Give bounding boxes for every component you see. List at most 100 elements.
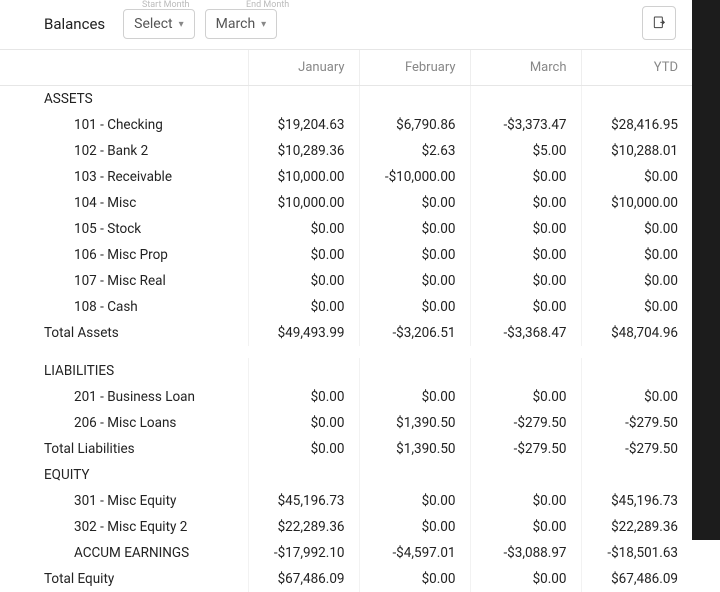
- cell-value: $0.00: [470, 164, 581, 190]
- cell-value: $0.00: [581, 164, 692, 190]
- cell-value: $0.00: [470, 242, 581, 268]
- row-label: 101 - Checking: [0, 112, 248, 138]
- cell-value: $0.00: [581, 216, 692, 242]
- end-month-value: March: [216, 16, 256, 32]
- table-row: 108 - Cash$0.00$0.00$0.00$0.00: [0, 294, 692, 320]
- export-button[interactable]: [642, 6, 676, 40]
- cell-value: $6,790.86: [359, 112, 470, 138]
- cell-value: $0.00: [359, 514, 470, 540]
- cell-value: $0.00: [359, 190, 470, 216]
- row-label: 106 - Misc Prop: [0, 242, 248, 268]
- cell-value: $0.00: [470, 488, 581, 514]
- cell-value: $0.00: [581, 268, 692, 294]
- cell-value: $0.00: [470, 294, 581, 320]
- cell-value: $67,486.09: [581, 566, 692, 592]
- cell-value: $0.00: [581, 384, 692, 410]
- section-total: Total Equity$67,486.09$0.00$0.00$67,486.…: [0, 566, 692, 592]
- cell-value: $1,390.50: [359, 410, 470, 436]
- cell-value: $0.00: [248, 436, 359, 462]
- section-header: ASSETS: [0, 86, 692, 113]
- row-label: 301 - Misc Equity: [0, 488, 248, 514]
- col-header: YTD: [581, 50, 692, 86]
- total-label: Total Assets: [0, 320, 248, 346]
- section-name: EQUITY: [0, 462, 248, 488]
- cell-value: $0.00: [470, 190, 581, 216]
- cell-value: $10,000.00: [248, 190, 359, 216]
- section-header: EQUITY: [0, 462, 692, 488]
- column-header-row: January February March YTD: [0, 50, 692, 86]
- cell-value: $0.00: [470, 268, 581, 294]
- table-row: 107 - Misc Real$0.00$0.00$0.00$0.00: [0, 268, 692, 294]
- cell-value: $0.00: [248, 268, 359, 294]
- cell-value: $0.00: [359, 294, 470, 320]
- start-month-value: Select: [134, 16, 172, 32]
- cell-value: -$17,992.10: [248, 540, 359, 566]
- cell-value: -$3,206.51: [359, 320, 470, 346]
- cell-value: $0.00: [470, 566, 581, 592]
- table-row: 302 - Misc Equity 2$22,289.36$0.00$0.00$…: [0, 514, 692, 540]
- table-row: 105 - Stock$0.00$0.00$0.00$0.00: [0, 216, 692, 242]
- cell-value: $0.00: [359, 384, 470, 410]
- row-label: 103 - Receivable: [0, 164, 248, 190]
- row-label: 105 - Stock: [0, 216, 248, 242]
- section-name: ASSETS: [0, 86, 248, 113]
- page-title: Balances: [44, 15, 105, 39]
- row-label: 201 - Business Loan: [0, 384, 248, 410]
- cell-value: -$3,368.47: [470, 320, 581, 346]
- cell-value: $0.00: [359, 268, 470, 294]
- cell-value: $0.00: [248, 216, 359, 242]
- total-label: Total Liabilities: [0, 436, 248, 462]
- section-header: LIABILITIES: [0, 358, 692, 384]
- cell-value: $0.00: [248, 384, 359, 410]
- table-row: 101 - Checking$19,204.63$6,790.86-$3,373…: [0, 112, 692, 138]
- cell-value: $10,000.00: [248, 164, 359, 190]
- row-label: 104 - Misc: [0, 190, 248, 216]
- end-month-label: End Month: [246, 0, 289, 10]
- cell-value: $0.00: [359, 216, 470, 242]
- cell-value: $1,390.50: [359, 436, 470, 462]
- cell-value: $0.00: [248, 294, 359, 320]
- cell-value: $45,196.73: [581, 488, 692, 514]
- table-row: ACCUM EARNINGS-$17,992.10-$4,597.01-$3,0…: [0, 540, 692, 566]
- cell-value: $45,196.73: [248, 488, 359, 514]
- cell-value: -$10,000.00: [359, 164, 470, 190]
- start-month-select[interactable]: Select ▾: [123, 9, 195, 39]
- table-row: 201 - Business Loan$0.00$0.00$0.00$0.00: [0, 384, 692, 410]
- cell-value: $49,493.99: [248, 320, 359, 346]
- cell-value: -$3,088.97: [470, 540, 581, 566]
- cell-value: $0.00: [359, 566, 470, 592]
- cell-value: $28,416.95: [581, 112, 692, 138]
- cell-value: -$4,597.01: [359, 540, 470, 566]
- cell-value: -$18,501.63: [581, 540, 692, 566]
- cell-value: $0.00: [470, 216, 581, 242]
- cell-value: -$279.50: [581, 436, 692, 462]
- section-total: Total Liabilities$0.00$1,390.50-$279.50-…: [0, 436, 692, 462]
- table-row: 301 - Misc Equity$45,196.73$0.00$0.00$45…: [0, 488, 692, 514]
- table-row: 106 - Misc Prop$0.00$0.00$0.00$0.00: [0, 242, 692, 268]
- cell-value: $19,204.63: [248, 112, 359, 138]
- cell-value: $0.00: [248, 242, 359, 268]
- chevron-down-icon: ▾: [261, 19, 266, 30]
- cell-value: $0.00: [470, 514, 581, 540]
- table-row: 103 - Receivable$10,000.00-$10,000.00$0.…: [0, 164, 692, 190]
- cell-value: $10,289.36: [248, 138, 359, 164]
- row-label: 102 - Bank 2: [0, 138, 248, 164]
- cell-value: $67,486.09: [248, 566, 359, 592]
- cell-value: $2.63: [359, 138, 470, 164]
- table-row: 102 - Bank 2$10,289.36$2.63$5.00$10,288.…: [0, 138, 692, 164]
- cell-value: -$279.50: [470, 436, 581, 462]
- end-month-select[interactable]: March ▾: [205, 9, 278, 39]
- start-month-label: Start Month: [142, 0, 190, 10]
- col-header: March: [470, 50, 581, 86]
- balances-table: January February March YTD ASSETS101 - C…: [0, 50, 692, 592]
- cell-value: -$279.50: [581, 410, 692, 436]
- table-row: 104 - Misc$10,000.00$0.00$0.00$10,000.00: [0, 190, 692, 216]
- cell-value: $0.00: [470, 384, 581, 410]
- cell-value: $48,704.96: [581, 320, 692, 346]
- section-name: LIABILITIES: [0, 358, 248, 384]
- cell-value: $0.00: [359, 242, 470, 268]
- row-label: 206 - Misc Loans: [0, 410, 248, 436]
- cell-value: -$3,373.47: [470, 112, 581, 138]
- total-label: Total Equity: [0, 566, 248, 592]
- cell-value: $5.00: [470, 138, 581, 164]
